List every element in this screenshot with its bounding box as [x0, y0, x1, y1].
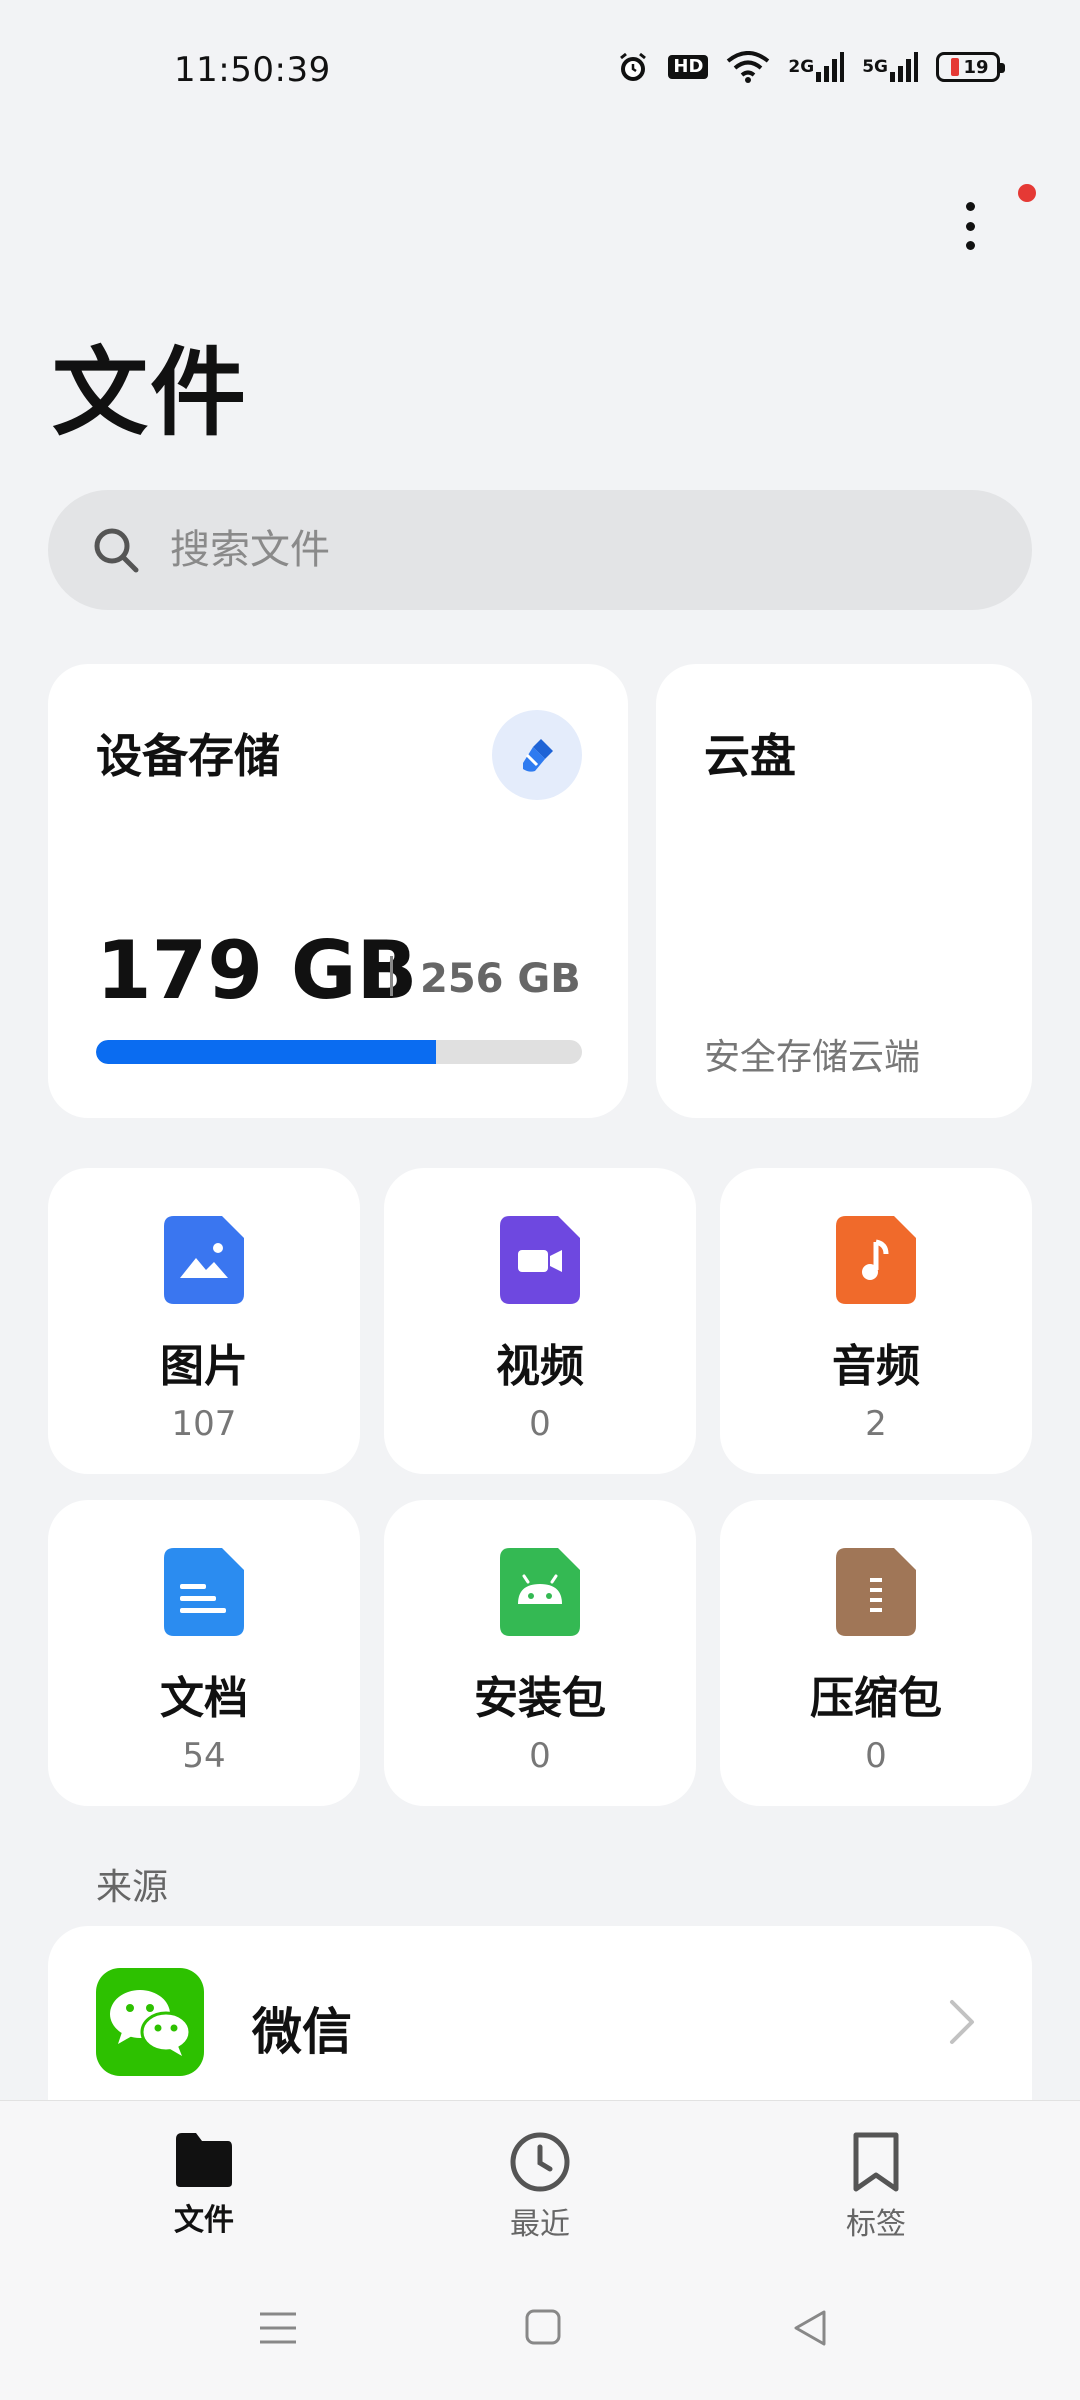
- signal-5g-icon: 5G: [862, 52, 918, 82]
- source-item-wechat[interactable]: 微信: [48, 1926, 1032, 2106]
- brush-icon: [523, 739, 553, 772]
- notification-dot: [1018, 184, 1036, 202]
- nav-tab-recent[interactable]: 最近: [440, 2131, 640, 2243]
- storage-used: 179 GB: [96, 924, 418, 1017]
- category-images[interactable]: 图片 107: [48, 1168, 360, 1474]
- home-icon[interactable]: [524, 2308, 562, 2346]
- battery-level: 19: [963, 56, 989, 78]
- more-vertical-icon[interactable]: [950, 196, 990, 256]
- signal-5g-label: 5G: [862, 56, 888, 77]
- cloud-drive-card[interactable]: 云盘 安全存储云端: [656, 664, 1032, 1118]
- category-audio[interactable]: 音频 2: [720, 1168, 1032, 1474]
- storage-progress-fill: [96, 1040, 437, 1064]
- hd-icon: HD: [668, 55, 709, 79]
- more-dot: [965, 221, 975, 231]
- battery-icon: 19: [936, 52, 1005, 82]
- category-label: 安装包: [474, 1673, 606, 1724]
- battery-fill: [951, 58, 960, 76]
- folder-icon: [176, 2133, 232, 2187]
- source-label: 微信: [252, 2003, 352, 2061]
- nav-tab-tags[interactable]: 标签: [776, 2131, 976, 2243]
- category-count: 54: [182, 1736, 226, 1776]
- nav-label: 文件: [174, 2203, 234, 2238]
- android-package-icon: [500, 1548, 580, 1636]
- category-count: 0: [529, 1404, 551, 1444]
- bookmark-icon: [853, 2132, 899, 2192]
- cloud-description: 安全存储云端: [704, 1037, 921, 1078]
- image-file-icon: [164, 1216, 244, 1304]
- video-file-icon: [500, 1216, 580, 1304]
- category-label: 压缩包: [810, 1673, 942, 1724]
- cloud-title: 云盘: [704, 729, 796, 783]
- category-label: 视频: [496, 1341, 584, 1392]
- search-icon: [94, 528, 139, 573]
- signal-2g-label: 2G: [788, 56, 815, 77]
- storage-total: 256 GB: [420, 956, 581, 1002]
- clean-brush-button[interactable]: [492, 710, 582, 800]
- nav-label: 标签: [846, 2207, 906, 2242]
- status-bar: 11:50:39 HD 2G 5G 19: [0, 0, 1080, 140]
- category-archives[interactable]: 压缩包 0: [720, 1500, 1032, 1806]
- back-icon[interactable]: [790, 2308, 830, 2348]
- wechat-icon: [96, 1968, 204, 2076]
- clock-icon: [510, 2132, 570, 2192]
- category-documents[interactable]: 文档 54: [48, 1500, 360, 1806]
- category-count: 0: [865, 1736, 887, 1776]
- document-file-icon: [164, 1548, 244, 1636]
- category-count: 2: [865, 1404, 887, 1444]
- storage-progress-bar: [96, 1040, 582, 1064]
- page-title: 文件: [52, 337, 248, 449]
- nav-label: 最近: [510, 2207, 570, 2242]
- search-input[interactable]: [170, 527, 970, 573]
- archive-file-icon: [836, 1548, 916, 1636]
- more-dot: [965, 241, 975, 250]
- device-storage-card[interactable]: 设备存储 179 GB 256 GB: [48, 664, 628, 1118]
- category-count: 0: [529, 1736, 551, 1776]
- status-icons: HD 2G 5G 19: [616, 50, 1005, 84]
- category-videos[interactable]: 视频 0: [384, 1168, 696, 1474]
- signal-2g-icon: 2G: [788, 52, 845, 82]
- sources-section-label: 来源: [96, 1867, 169, 1908]
- category-label: 文档: [160, 1673, 248, 1724]
- wifi-icon: [726, 51, 770, 83]
- category-apk[interactable]: 安装包 0: [384, 1500, 696, 1806]
- category-label: 图片: [160, 1341, 248, 1392]
- status-time: 11:50:39: [174, 50, 331, 90]
- nav-tab-files[interactable]: 文件: [104, 2131, 304, 2239]
- storage-separator: [390, 956, 393, 996]
- category-count: 107: [171, 1404, 237, 1444]
- system-navigation-bar: [0, 2308, 1080, 2358]
- recent-apps-icon[interactable]: [258, 2308, 298, 2348]
- audio-file-icon: [836, 1216, 916, 1304]
- more-dot: [965, 202, 975, 211]
- storage-title: 设备存储: [96, 729, 280, 783]
- alarm-icon: [616, 50, 650, 84]
- search-bar[interactable]: [48, 490, 1032, 610]
- chevron-right-icon: [950, 2000, 974, 2044]
- category-label: 音频: [832, 1341, 920, 1392]
